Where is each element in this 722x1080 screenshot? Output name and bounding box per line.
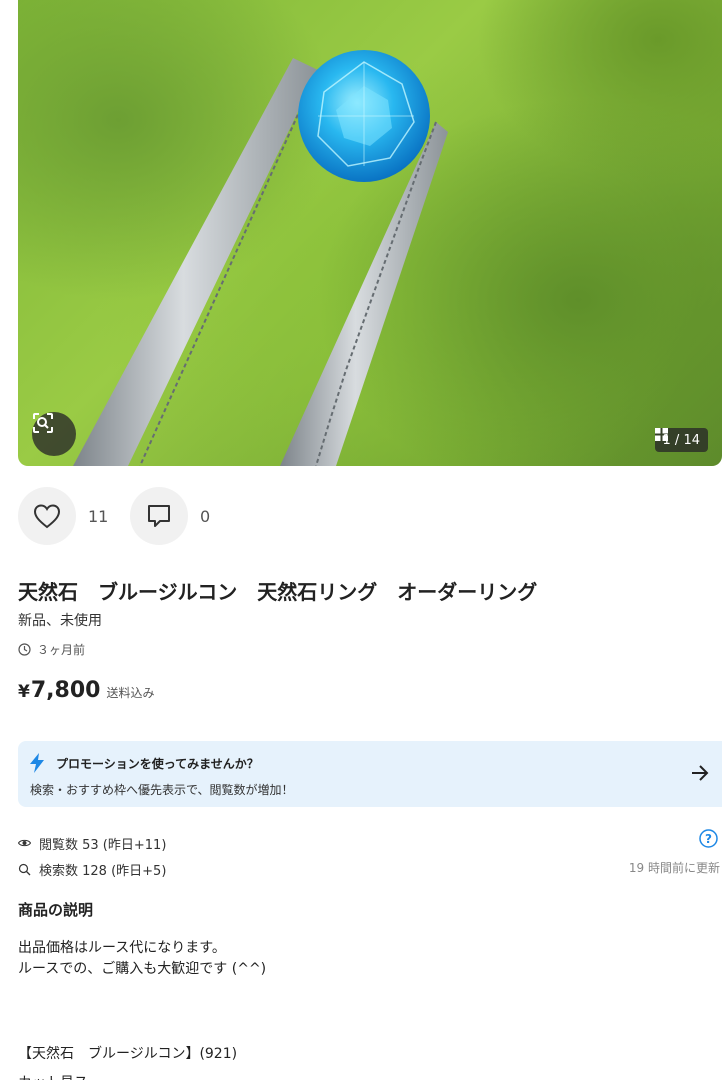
lightning-icon bbox=[30, 753, 44, 773]
description-heading: 商品の説明 bbox=[18, 901, 94, 919]
description-body: 出品価格はルース代になります。 ルースでの、ご購入も大歓迎です (^^) bbox=[18, 938, 266, 980]
arrow-right-icon[interactable] bbox=[690, 763, 710, 783]
description-partial-line: カット見ス bbox=[18, 1072, 88, 1080]
item-stats: 閲覧数 53 (昨日+11) 検索数 128 (昨日+5) bbox=[18, 832, 166, 884]
like-button[interactable] bbox=[18, 487, 76, 545]
promotion-head: プロモーションを使ってみませんか？ bbox=[30, 753, 259, 773]
image-counter-text: 1 / 14 bbox=[662, 432, 700, 448]
views-stat: 閲覧数 53 (昨日+11) bbox=[18, 832, 166, 854]
promotion-subtitle: 検索・おすすめ枠へ優先表示で、閲覧数が増加！ bbox=[30, 783, 294, 797]
posted-time: ３ヶ月前 bbox=[18, 641, 85, 658]
svg-text:?: ? bbox=[705, 832, 712, 846]
comment-icon bbox=[148, 505, 170, 527]
price: ¥ 7,800 送料込み bbox=[18, 678, 154, 703]
price-symbol: ¥ bbox=[18, 682, 30, 702]
item-title: 天然石 ブルージルコン 天然石リング オーダーリング bbox=[18, 580, 538, 604]
promotion-banner[interactable]: プロモーションを使ってみませんか？ 検索・おすすめ枠へ優先表示で、閲覧数が増加！ bbox=[18, 741, 722, 807]
description-line: 出品価格はルース代になります。 bbox=[18, 940, 226, 956]
image-search-icon bbox=[33, 413, 53, 433]
action-bar: 11 0 bbox=[18, 486, 230, 546]
views-text: 閲覧数 53 (昨日+11) bbox=[39, 837, 167, 853]
like-count: 11 bbox=[88, 506, 109, 526]
search-icon bbox=[18, 863, 31, 875]
heart-icon bbox=[33, 504, 61, 529]
posted-time-text: ３ヶ月前 bbox=[37, 643, 86, 657]
comment-button[interactable] bbox=[130, 487, 188, 545]
description-line: ルースでの、ご購入も大歓迎です (^^) bbox=[18, 961, 267, 977]
image-counter[interactable]: 1 / 14 bbox=[654, 428, 708, 452]
price-amount: 7,800 bbox=[30, 678, 101, 703]
shipping-label: 送料込み bbox=[106, 686, 155, 700]
clock-icon bbox=[18, 643, 31, 656]
grid-icon bbox=[654, 428, 668, 441]
updated-time: 19 時間前に更新 bbox=[628, 861, 720, 875]
image-search-button[interactable] bbox=[32, 412, 76, 456]
product-photo bbox=[73, 50, 448, 466]
item-condition: 新品、未使用 bbox=[18, 613, 102, 629]
product-image[interactable]: 1 / 14 bbox=[18, 0, 722, 466]
searches-text: 検索数 128 (昨日+5) bbox=[39, 863, 167, 879]
description-spec: 【天然石 ブルージルコン】(921) bbox=[18, 1046, 238, 1062]
comment-count: 0 bbox=[200, 506, 211, 526]
promotion-title: プロモーションを使ってみませんか？ bbox=[56, 756, 259, 771]
searches-stat: 検索数 128 (昨日+5) bbox=[18, 858, 166, 880]
help-icon[interactable]: ? bbox=[699, 829, 718, 848]
eye-icon bbox=[18, 839, 31, 847]
